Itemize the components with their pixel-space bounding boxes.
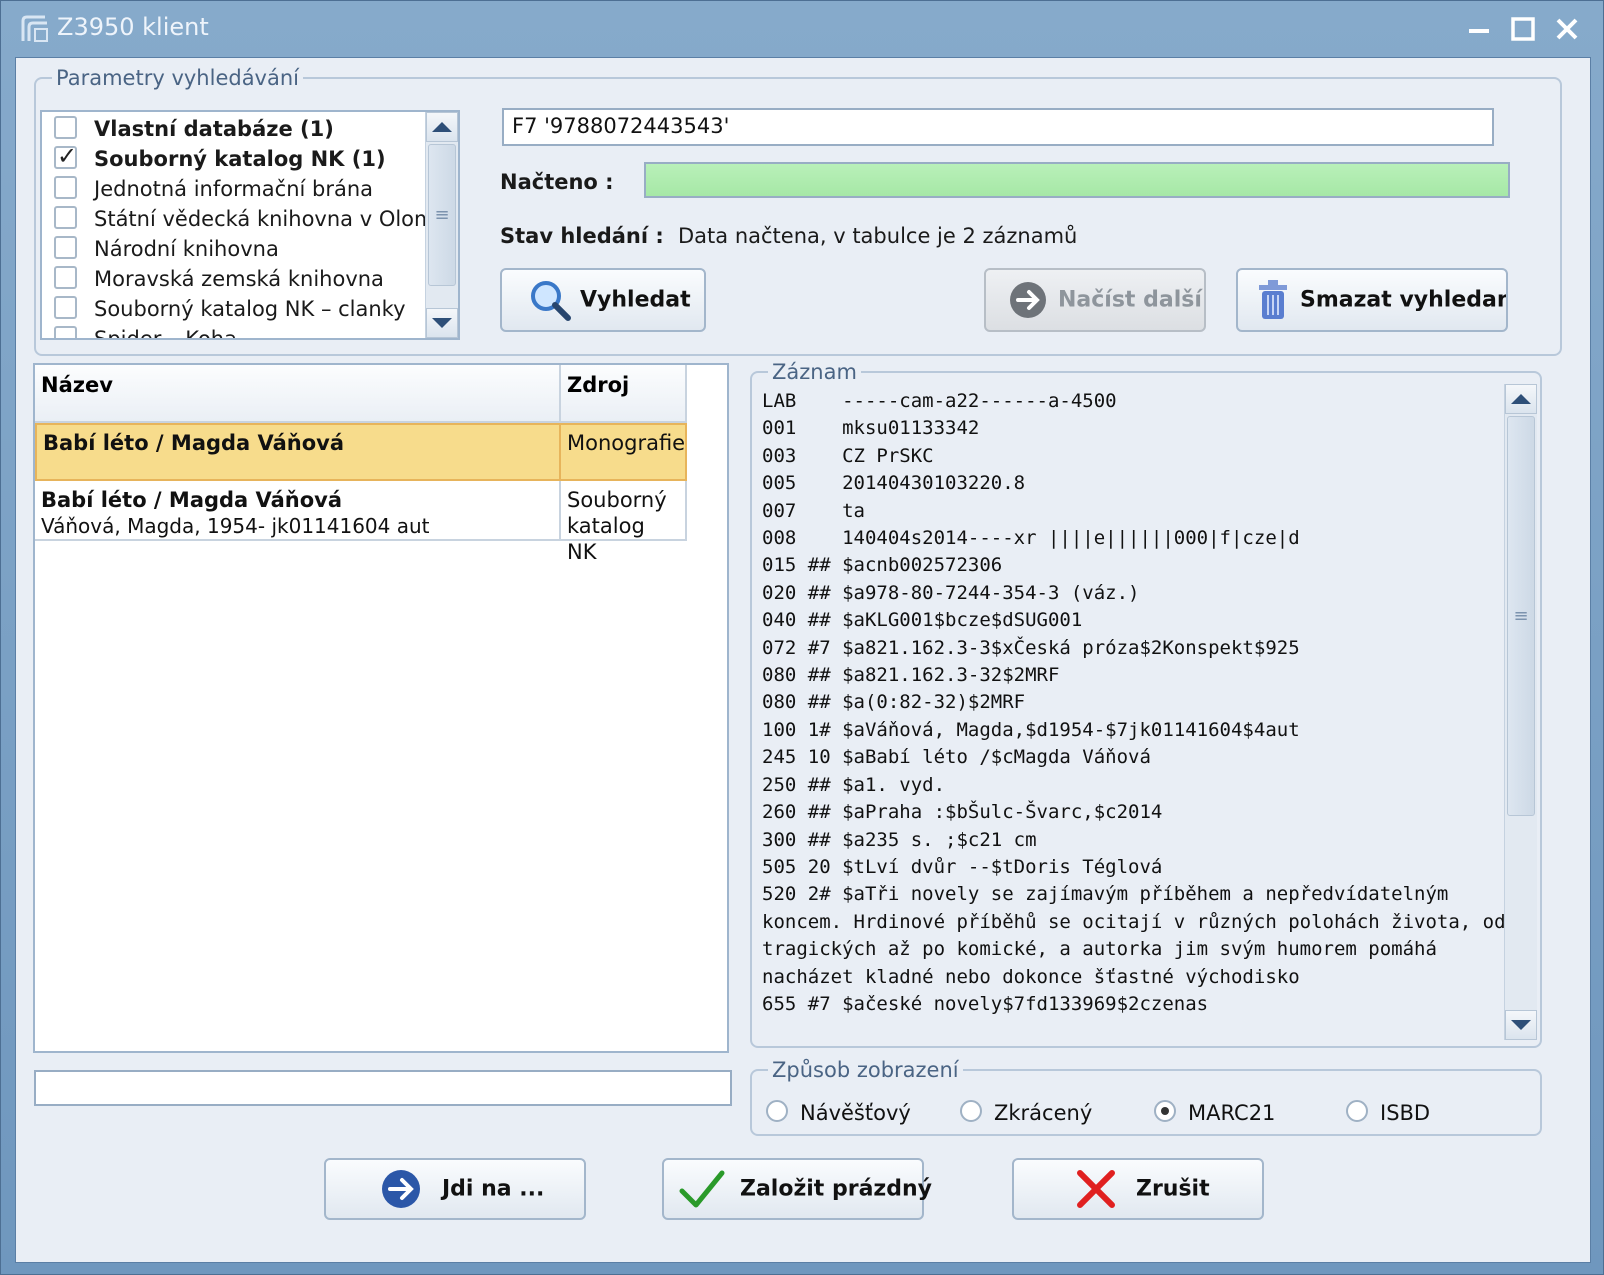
title-bar: Z3950 klient xyxy=(1,1,1603,57)
table-cell-source[interactable]: Souborný katalog NK xyxy=(561,481,687,564)
arrow-down-icon xyxy=(1511,1020,1531,1030)
scroll-down-button[interactable] xyxy=(1505,1010,1537,1040)
database-item-svkol[interactable]: Státní vědecká knihovna v Olomouci xyxy=(42,204,458,233)
database-label: Souborný katalog NK – clanky xyxy=(94,297,406,321)
clear-results-button-label: Smazat vyhledané xyxy=(1300,287,1508,313)
marc-record-text: LAB -----cam-a22------a-4500 001 mksu011… xyxy=(762,390,1506,1015)
search-button[interactable]: Vyhledat xyxy=(500,268,706,332)
database-item-spider-koha[interactable]: Spider – Koha xyxy=(42,324,442,340)
status-text: Data načtena, v tabulce je 2 záznamů xyxy=(678,224,1078,248)
database-label: Jednotná informační brána xyxy=(94,177,374,201)
search-button-label: Vyhledat xyxy=(580,287,691,313)
row-title: Babí léto / Magda Váňová xyxy=(41,488,343,512)
checkmark-icon xyxy=(679,1170,725,1208)
clear-results-button[interactable]: Smazat vyhledané xyxy=(1236,268,1508,332)
close-icon[interactable] xyxy=(1549,11,1585,47)
arrow-up-icon xyxy=(432,122,452,132)
scroll-up-button[interactable] xyxy=(1505,384,1537,414)
status-label: Stav hledání : xyxy=(500,224,664,248)
load-more-button-label: Načíst další xyxy=(1058,287,1202,313)
goto-button[interactable]: Jdi na ... xyxy=(324,1158,586,1220)
database-label: Souborný katalog NK (1) xyxy=(94,147,386,171)
display-mode-legend: Způsob zobrazení xyxy=(772,1058,959,1082)
database-checkbox[interactable] xyxy=(54,236,77,259)
loaded-label: Načteno : xyxy=(500,170,614,194)
query-input[interactable]: F7 '9788072443543' xyxy=(502,108,1494,146)
database-item-skc-clanky[interactable]: Souborný katalog NK – clanky xyxy=(42,294,442,323)
radio-circle[interactable] xyxy=(766,1100,788,1122)
dialog-client-area: Parametry vyhledávání Vlastní databáze (… xyxy=(15,57,1591,1263)
database-list-scrollbar[interactable]: ≡ xyxy=(425,112,458,338)
window-title: Z3950 klient xyxy=(57,13,209,41)
progress-fill xyxy=(646,164,1508,196)
grip-icon: ≡ xyxy=(1513,605,1529,627)
radio-label: ISBD xyxy=(1380,1101,1431,1125)
scroll-up-button[interactable] xyxy=(426,112,458,142)
maximize-icon[interactable] xyxy=(1505,11,1541,47)
radio-label: MARC21 xyxy=(1188,1101,1276,1125)
radio-circle-selected[interactable] xyxy=(1154,1100,1176,1122)
record-viewer[interactable]: LAB -----cam-a22------a-4500 001 mksu011… xyxy=(752,380,1540,1044)
row-source: Souborný katalog NK xyxy=(567,488,667,564)
scroll-thumb[interactable]: ≡ xyxy=(1507,416,1535,816)
close-x-icon xyxy=(1077,1170,1115,1208)
scroll-down-button[interactable] xyxy=(426,308,458,338)
database-checkbox[interactable] xyxy=(54,116,77,139)
magnifier-icon xyxy=(531,281,571,321)
z3950-window: Z3950 klient Parametry vyhledávání Vlast… xyxy=(0,0,1604,1275)
results-table: Název Zdroj Babí léto / Magda Váňová Mon… xyxy=(33,363,729,1053)
table-cell-title[interactable]: Babí léto / Magda Váňová Váňová, Magda, … xyxy=(35,481,561,541)
database-item-jib[interactable]: Jednotná informační brána xyxy=(42,174,442,203)
row-title: Babí léto / Magda Váňová xyxy=(43,431,345,455)
row-source: Monografie xyxy=(567,431,686,455)
database-checkbox[interactable] xyxy=(54,296,77,319)
create-empty-button[interactable]: Založit prázdný xyxy=(662,1158,932,1220)
arrow-right-circle-icon xyxy=(382,1170,420,1208)
radio-label: Zkrácený xyxy=(994,1101,1093,1125)
arrow-up-icon xyxy=(1511,394,1531,404)
results-filter-input[interactable] xyxy=(34,1070,732,1106)
database-item-skc-nk[interactable]: Souborný katalog NK (1) xyxy=(42,142,442,173)
database-item-mzk[interactable]: Moravská zemská knihovna xyxy=(42,264,442,293)
record-scrollbar[interactable]: ≡ xyxy=(1504,384,1537,1040)
database-item-nk[interactable]: Národní knihovna xyxy=(42,234,442,263)
table-cell-source[interactable]: Monografie xyxy=(561,423,687,481)
database-label: Moravská zemská knihovna xyxy=(94,267,384,291)
column-header-title[interactable]: Název xyxy=(35,365,561,423)
database-label: Vlastní databáze (1) xyxy=(94,117,334,141)
trash-icon xyxy=(1259,280,1287,319)
database-label: Spider – Koha xyxy=(94,327,237,340)
database-label: Státní vědecká knihovna v Olomouci xyxy=(94,207,460,231)
database-checkbox[interactable] xyxy=(54,326,77,338)
column-header-source[interactable]: Zdroj xyxy=(561,365,687,423)
database-list: Vlastní databáze (1) Souborný katalog NK… xyxy=(40,110,460,340)
search-params-legend: Parametry vyhledávání xyxy=(56,66,299,90)
loaded-progress-bar xyxy=(644,162,1510,198)
table-cell-title[interactable]: Babí léto / Magda Váňová xyxy=(35,423,561,481)
minimize-icon[interactable] xyxy=(1461,11,1497,47)
cancel-button-label: Zrušit xyxy=(1136,1176,1210,1202)
load-more-button[interactable]: Načíst další xyxy=(984,268,1206,332)
goto-button-label: Jdi na ... xyxy=(442,1176,545,1202)
create-empty-button-label: Založit prázdný xyxy=(740,1176,932,1202)
radio-label: Návěšťový xyxy=(800,1101,911,1125)
arrow-down-icon xyxy=(432,318,452,328)
database-checkbox-checked[interactable] xyxy=(54,142,77,170)
row-subtitle: Váňová, Magda, 1954- jk01141604 aut xyxy=(41,514,430,538)
radio-circle[interactable] xyxy=(960,1100,982,1122)
grip-icon: ≡ xyxy=(434,204,450,226)
app-icon xyxy=(21,15,48,42)
radio-circle[interactable] xyxy=(1346,1100,1368,1122)
cancel-button[interactable]: Zrušit xyxy=(1012,1158,1264,1220)
database-item-vlastni[interactable]: Vlastní databáze (1) xyxy=(42,114,442,143)
database-checkbox[interactable] xyxy=(54,176,77,199)
scroll-thumb[interactable]: ≡ xyxy=(428,144,456,286)
database-label: Národní knihovna xyxy=(94,237,279,261)
arrow-right-circle-icon xyxy=(1010,282,1046,318)
database-checkbox[interactable] xyxy=(54,266,77,289)
database-checkbox[interactable] xyxy=(54,206,77,229)
